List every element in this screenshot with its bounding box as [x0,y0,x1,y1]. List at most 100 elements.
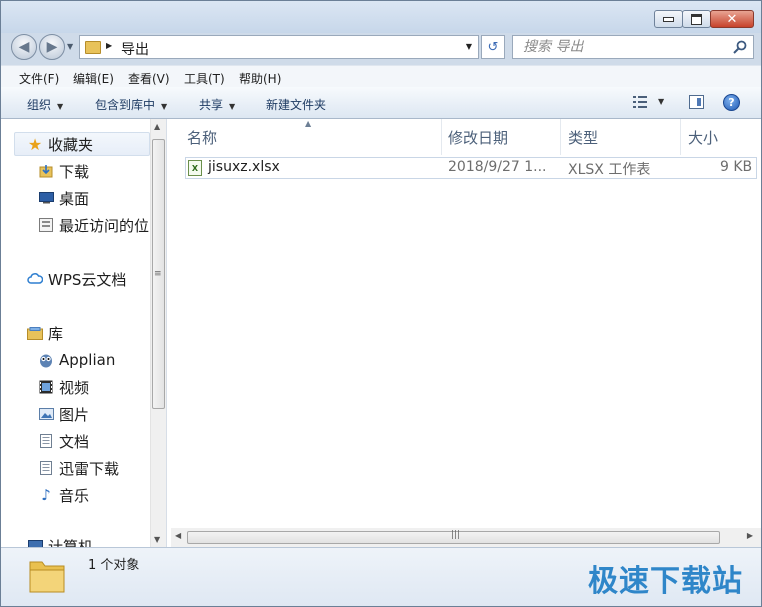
nav-vertical-scrollbar[interactable]: ▲ ≡ ▼ [150,119,166,547]
menu-edit[interactable]: 编辑(E) [73,70,114,87]
nav-pictures[interactable]: 图片 [38,403,89,425]
arrow-left-icon: ◀ [18,39,30,55]
nav-videos[interactable]: 视频 [38,376,89,398]
excel-file-icon: X [188,160,202,176]
menu-tools[interactable]: 工具(T) [184,70,225,87]
maximize-icon [691,13,702,25]
column-header-name[interactable]: 名称 [179,119,442,155]
nav-thunder-downloads[interactable]: 迅雷下载 [38,457,119,479]
title-bar: ✕ [1,1,761,33]
address-dropdown-icon[interactable]: ▼ [466,42,472,51]
owl-icon [38,352,54,368]
star-icon: ★ [27,134,43,154]
nav-libraries[interactable]: 库 [27,322,63,344]
nav-pictures-label: 图片 [59,405,90,424]
search-icon[interactable] [732,39,748,55]
view-options-icon[interactable] [633,96,647,108]
menu-view[interactable]: 查看(V) [128,70,170,87]
nav-recent-places[interactable]: 最近访问的位 [38,214,149,236]
nav-videos-label: 视频 [59,378,90,397]
breadcrumb-separator-icon[interactable]: ▶ [106,41,112,50]
nav-wps-label: WPS云文档 [48,270,127,289]
scroll-down-icon[interactable]: ▼ [154,535,160,544]
organize-label: 组织 [27,98,52,112]
nav-favorites[interactable]: ★ 收藏夹 [27,133,93,155]
nav-computer[interactable]: 计算机 [27,535,93,547]
nav-applian[interactable]: Applian [38,349,115,371]
libraries-icon [27,325,43,341]
include-library-label: 包含到库中 [95,98,156,112]
back-button[interactable]: ◀ [11,34,37,60]
nav-music-label: 音乐 [59,486,90,505]
share-label: 共享 [199,98,224,112]
table-row[interactable]: X jisuxz.xlsx 2018/9/27 1... XLSX 工作表 9 … [185,157,757,179]
scroll-grip-icon: ||| [451,530,461,540]
share-button[interactable]: 共享 ▼ [199,96,235,113]
help-icon[interactable]: ? [723,94,740,111]
nav-computer-label: 计算机 [48,537,94,548]
navigation-pane: ★ 收藏夹 下载 桌面 最近访问的位 WPS云文档 库 Applian 视频 图片… [1,119,167,547]
menu-file[interactable]: 文件(F) [19,70,59,87]
organize-button[interactable]: 组织 ▼ [27,96,63,113]
column-header-modified[interactable]: 修改日期 [440,119,561,155]
recent-places-icon [38,217,54,233]
file-modified: 2018/9/27 1... [448,159,547,175]
scroll-up-icon[interactable]: ▲ [154,122,160,131]
navigation-bar: ◀ ▶ ▼ ▶ 导出 ▼ ↺ [1,33,761,61]
nav-music[interactable]: ♪ 音乐 [38,484,89,506]
maximize-button[interactable] [682,10,711,28]
watermark-logo: 极速下载站 [588,564,743,599]
nav-wps-cloud[interactable]: WPS云文档 [27,268,126,290]
picture-icon [38,406,54,422]
refresh-icon: ↺ [487,39,499,55]
column-header-size[interactable]: 大小 [680,119,761,155]
document-icon [38,433,54,449]
downloads-folder-icon [38,163,54,179]
nav-desktop[interactable]: 桌面 [38,187,89,209]
desktop-icon [38,190,54,206]
document-icon [38,460,54,476]
search-input[interactable] [523,38,723,56]
scroll-left-icon[interactable]: ◀ [175,531,181,540]
nav-libraries-label: 库 [48,324,64,343]
nav-applian-label: Applian [59,351,116,369]
column-header-type[interactable]: 类型 [560,119,681,155]
scroll-right-icon[interactable]: ▶ [747,531,753,540]
nav-downloads-label: 下载 [59,162,90,181]
menu-help[interactable]: 帮助(H) [239,70,281,87]
file-list: ▲ 名称 修改日期 类型 大小 X jisuxz.xlsx 2018/9/27 … [167,119,761,547]
new-folder-button[interactable]: 新建文件夹 [266,96,326,113]
file-type: XLSX 工作表 [568,162,651,178]
computer-icon [27,538,43,547]
nav-favorites-label: 收藏夹 [48,135,94,154]
view-dropdown-icon[interactable]: ▼ [658,97,664,106]
nav-desktop-label: 桌面 [59,189,90,208]
command-bar: 组织 ▼ 包含到库中 ▼ 共享 ▼ 新建文件夹 ▼ ? [1,87,761,119]
horizontal-scrollbar[interactable]: ◀ ||| ▶ [171,528,761,547]
address-bar[interactable]: ▶ 导出 ▼ [79,35,479,59]
preview-pane-icon[interactable] [689,95,704,109]
folder-icon [29,561,65,593]
window-controls: ✕ [654,10,754,28]
include-in-library-button[interactable]: 包含到库中 ▼ [95,96,167,113]
music-note-icon: ♪ [41,486,51,504]
recent-pages-dropdown[interactable]: ▼ [67,42,73,51]
folder-icon [85,41,101,54]
nav-downloads[interactable]: 下载 [38,160,89,182]
arrow-right-icon: ▶ [46,39,58,55]
cloud-icon [27,271,43,287]
file-size: 9 KB [720,159,753,175]
chevron-down-icon: ▼ [57,102,64,111]
details-pane: 1 个对象 极速下载站 [1,547,761,606]
nav-thunder-label: 迅雷下载 [59,459,120,478]
nav-documents[interactable]: 文档 [38,430,89,452]
address-path[interactable]: 导出 [121,39,149,59]
file-name: jisuxz.xlsx [208,159,280,175]
item-count: 1 个对象 [88,558,140,573]
forward-button[interactable]: ▶ [39,34,65,60]
minimize-button[interactable] [654,10,683,28]
minimize-icon [663,16,674,22]
close-button[interactable]: ✕ [710,10,754,28]
video-icon [38,379,54,395]
refresh-button[interactable]: ↺ [481,35,505,59]
